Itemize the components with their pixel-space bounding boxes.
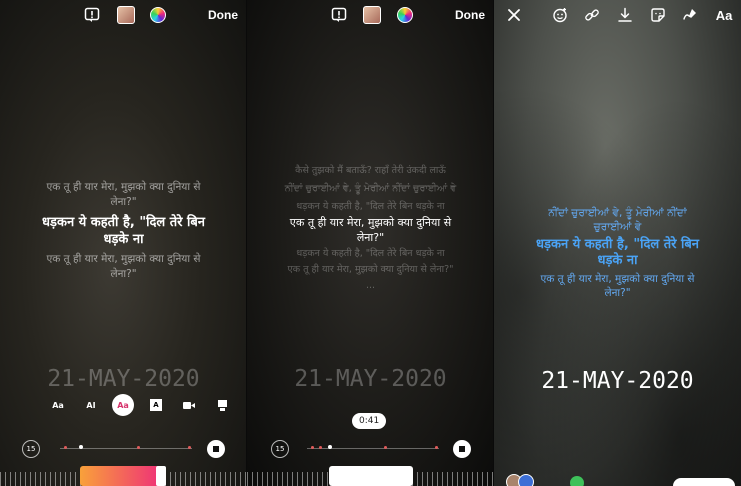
lyrics-style-picker: Aa AI Aa A [0,394,247,416]
audio-scrubber[interactable] [0,466,247,486]
date-sticker[interactable]: 21-MAY-2020 [0,366,247,392]
clip-handle[interactable] [156,466,166,486]
lyrics-block[interactable]: कैसे तुझको मैं बताऊँ? राहाँ तेरी उंकदी ल… [247,164,494,293]
track-marker [64,446,67,449]
audio-scrubber[interactable] [247,466,494,486]
style-option-selected[interactable]: Aa [112,394,134,416]
skip-back-button[interactable]: 15 [22,440,40,458]
close-friends-icon[interactable] [570,476,584,486]
lyric-current-line: धड़कन ये कहती है, "दिल तेरे बिन धड़के ना [536,237,699,268]
card-icon[interactable] [211,394,233,416]
story-editor-comparison: Done एक तू ही यार मेरा, मुझको क्या दुनिय… [0,0,741,486]
style-option[interactable]: Aa [47,394,69,416]
download-icon[interactable] [615,4,635,26]
lyric-ellipsis: ... [365,280,376,291]
lyric-current-line: एक तू ही यार मेरा, मुझको क्या दुनिया से … [289,216,452,244]
lyric-line: ਨੀਂਦਾਂ ਚੁਰਾਈਆਂ ਵੇ, ਤੂੰ ਮੇਰੀਆਂ ਨੀਂਦਾਂ ਚੁਰ… [284,183,457,194]
done-button[interactable]: Done [206,4,240,26]
track-marker [188,446,191,449]
stop-icon [213,446,219,452]
boxed-text-icon: A [150,399,162,411]
date-sticker[interactable]: 21-MAY-2020 [494,368,741,394]
lyric-line: एक तू ही यार मेरा, मुझको क्या दुनिया से … [46,181,201,208]
lyrics-block[interactable]: एक तू ही यार मेरा, मुझको क्या दुनिया से … [0,180,247,282]
link-icon[interactable] [582,4,602,26]
lyric-line: धड़कन ये कहती है, "दिल तेरे बिन धड़के ना [296,248,445,259]
track-position[interactable] [79,445,83,449]
stop-icon [459,446,465,452]
story-panel-lyrics-scroll: Done कैसे तुझको मैं बताऊँ? राहाँ तेरी उं… [247,0,494,486]
story-panel-preview: Aa ਨੀਂਦਾਂ ਚੁਰਾਈਆਂ ਵੇ, ਤੂੰ ਮੇਰੀਆਂ ਨੀਂਦਾਂ … [494,0,741,486]
alert-icon[interactable] [329,4,349,26]
track-marker [311,446,314,449]
send-to-button[interactable] [673,478,735,486]
lyric-line: धड़कन ये कहती है, "दिल तेरे बिन धड़के ना [296,201,445,212]
lyric-line: कैसे तुझको मैं बताऊँ? राहाँ तेरी उंकदी ल… [295,165,446,176]
date-sticker[interactable]: 21-MAY-2020 [247,366,494,392]
stop-button[interactable] [207,440,225,458]
lyric-line: ਨੀਂਦਾਂ ਚੁਰਾਈਆਂ ਵੇ, ਤੂੰ ਮੇਰੀਆਂ ਨੀਂਦਾਂ ਚੁਰ… [548,207,687,233]
top-toolbar: Done [0,4,247,28]
clip-selection[interactable] [329,466,413,486]
lyrics-sticker[interactable]: ਨੀਂਦਾਂ ਚੁਰਾਈਆਂ ਵੇ, ਤੂੰ ਮੇਰੀਆਂ ਨੀਂਦਾਂ ਚੁਰ… [494,206,741,300]
done-button[interactable]: Done [453,4,487,26]
lyric-line: एक तू ही यार मेरा, मुझको क्या दुनिया से … [46,253,201,280]
track-marker [384,446,387,449]
face-effects-icon[interactable] [550,4,570,26]
audio-controls: 15 [0,440,247,460]
top-toolbar: Aa [494,4,741,28]
track-position[interactable] [328,445,332,449]
album-cover-icon[interactable] [116,4,136,26]
video-icon[interactable] [178,394,200,416]
story-panel-lyrics-style: Done एक तू ही यार मेरा, मुझको क्या दुनिय… [0,0,247,486]
avatar [518,474,534,486]
style-option[interactable]: A [145,394,167,416]
close-icon[interactable] [504,4,524,26]
clip-selection[interactable] [80,466,166,486]
text-tool-button[interactable]: Aa [712,4,736,26]
track-marker [435,446,438,449]
color-wheel-icon[interactable] [148,4,168,26]
color-wheel-icon[interactable] [395,4,415,26]
alert-icon[interactable] [82,4,102,26]
stop-button[interactable] [453,440,471,458]
lyric-current-line: धड़कन ये कहती है, "दिल तेरे बिन धड़के ना [42,215,205,247]
lyrics-progress-track[interactable] [307,448,439,449]
close-friends-avatars[interactable] [506,474,546,486]
track-marker [137,446,140,449]
skip-back-button[interactable]: 15 [271,440,289,458]
top-toolbar: Done [247,4,494,28]
lyric-line: एक तू ही यार मेरा, मुझको क्या दुनिया से … [287,264,454,275]
album-cover-icon[interactable] [362,4,382,26]
sticker-icon[interactable] [648,4,668,26]
draw-icon[interactable] [680,4,700,26]
lyric-line: एक तू ही यार मेरा, मुझको क्या दुनिया से … [540,273,695,299]
audio-controls: 15 [247,440,494,460]
time-position-bubble: 0:41 [352,413,387,429]
track-marker [319,446,322,449]
style-option[interactable]: AI [80,394,102,416]
